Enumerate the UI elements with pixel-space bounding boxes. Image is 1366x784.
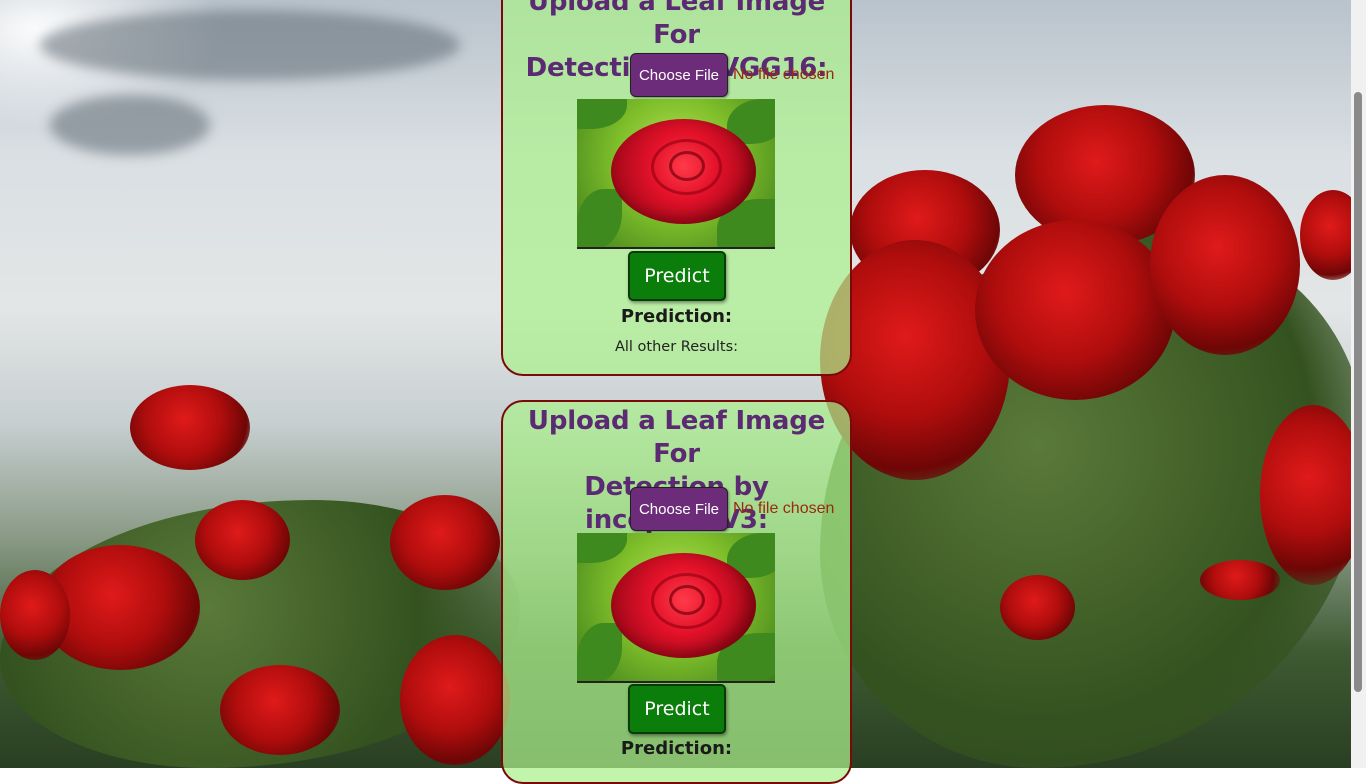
scrollbar-thumb[interactable] (1354, 92, 1362, 692)
rose-shape (1200, 560, 1280, 600)
choose-file-button[interactable]: Choose File (630, 53, 728, 97)
file-status-text: No file chosen (733, 500, 835, 517)
rose-shape (130, 385, 250, 470)
vertical-scrollbar[interactable] (1351, 0, 1366, 768)
rose-shape (220, 665, 340, 755)
leaf-shape (577, 99, 627, 129)
other-results-label: All other Results: (614, 339, 739, 355)
file-input[interactable]: Choose File No file chosen (630, 53, 834, 97)
prediction-label: Prediction: (620, 738, 733, 759)
cloud-shape (40, 10, 460, 80)
cloud-shape (50, 95, 210, 155)
vgg16-upload-card: Upload a Leaf Image For Detection by VGG… (501, 0, 852, 376)
card-title-line-1: Upload a Leaf Image For (527, 0, 826, 50)
rose-shape (975, 220, 1175, 400)
rose-shape (390, 495, 500, 590)
rose-shape (0, 570, 70, 660)
predict-button[interactable]: Predict (628, 684, 726, 734)
card-title-line-1: Upload a Leaf Image For (527, 406, 826, 469)
inceptionv3-upload-card: Upload a Leaf Image For Detection by inc… (501, 400, 852, 784)
prediction-label: Prediction: (620, 306, 733, 327)
file-input[interactable]: Choose File No file chosen (630, 487, 834, 531)
leaf-shape (577, 189, 622, 247)
predict-button[interactable]: Predict (628, 251, 726, 301)
rose-shape (400, 635, 510, 765)
rose-shape (195, 500, 290, 580)
red-rose-preview-image (577, 99, 775, 249)
leaf-shape (577, 533, 627, 563)
choose-file-button[interactable]: Choose File (630, 487, 728, 531)
leaf-shape (577, 623, 622, 681)
rose-flower-shape (611, 119, 756, 224)
rose-shape (1000, 575, 1075, 640)
file-status-text: No file chosen (733, 66, 835, 83)
rose-shape (1150, 175, 1300, 355)
red-rose-preview-image (577, 533, 775, 683)
rose-flower-shape (611, 553, 756, 658)
